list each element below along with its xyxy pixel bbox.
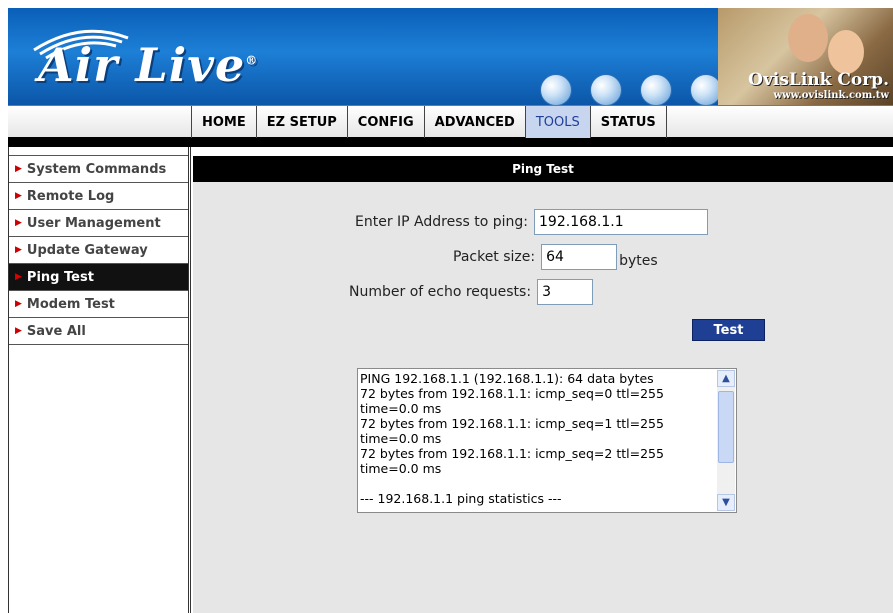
sidebar-item-label: Remote Log: [26, 188, 115, 204]
ping-output-textarea[interactable]: PING 192.168.1.1 (192.168.1.1): 64 data …: [357, 368, 737, 513]
top-nav: HOME EZ SETUP CONFIG ADVANCED TOOLS STAT…: [8, 105, 893, 139]
globe-icon: [640, 74, 672, 105]
logo-text: Air Live: [38, 38, 246, 92]
nav-divider: [8, 139, 893, 147]
packet-unit-label: bytes: [619, 253, 658, 269]
arrow-right-icon: ▶: [15, 218, 22, 228]
ip-row: Enter IP Address to ping:: [355, 209, 709, 235]
echo-row: Number of echo requests:: [349, 279, 594, 305]
sidebar-item-ping-test[interactable]: ▶ Ping Test: [9, 264, 188, 291]
sidebar-item-save-all[interactable]: ▶ Save All: [9, 318, 188, 345]
company-url: www.ovislink.com.tw: [773, 90, 889, 101]
echo-requests-label: Number of echo requests:: [349, 284, 532, 300]
scroll-up-icon[interactable]: ▲: [717, 370, 735, 387]
ovislink-brand: OvisLink Corp. www.ovislink.com.tw: [748, 70, 889, 101]
packet-row: Packet size: bytes: [453, 244, 658, 270]
header-banner: Air Live® OvisLink Corp. www.ovislink.co…: [8, 8, 893, 105]
arrow-right-icon: ▶: [15, 164, 22, 174]
tab-tools[interactable]: TOOLS: [524, 106, 590, 138]
sidebar-item-label: Save All: [26, 323, 86, 339]
sidebar-item-system-commands[interactable]: ▶ System Commands: [9, 156, 188, 183]
arrow-right-icon: ▶: [15, 299, 22, 309]
test-button[interactable]: Test: [692, 319, 765, 341]
sidebar-item-label: Update Gateway: [26, 242, 148, 258]
sidebar-item-remote-log[interactable]: ▶ Remote Log: [9, 183, 188, 210]
ip-label: Enter IP Address to ping:: [355, 214, 529, 230]
main-panel: Ping Test Enter IP Address to ping: Pack…: [193, 156, 893, 613]
sidebar: ▶ System Commands ▶ Remote Log ▶ User Manag…: [8, 147, 191, 613]
sidebar-item-label: Modem Test: [26, 296, 115, 312]
scroll-down-icon[interactable]: ▼: [717, 494, 735, 511]
sidebar-item-update-gateway[interactable]: ▶ Update Gateway: [9, 237, 188, 264]
arrow-right-icon: ▶: [15, 272, 22, 282]
packet-size-input[interactable]: [541, 244, 618, 270]
airlive-logo: Air Live®: [38, 38, 258, 92]
scroll-thumb[interactable]: [718, 391, 734, 463]
registered-mark: ®: [245, 53, 259, 68]
globe-icon: [590, 74, 622, 105]
sidebar-item-label: Ping Test: [26, 269, 94, 285]
company-name: OvisLink Corp.: [748, 70, 889, 90]
packet-size-label: Packet size:: [453, 249, 536, 265]
tab-ez-setup[interactable]: EZ SETUP: [255, 106, 347, 138]
tab-config[interactable]: CONFIG: [346, 106, 424, 138]
tab-status[interactable]: STATUS: [589, 106, 667, 138]
tab-advanced[interactable]: ADVANCED: [423, 106, 525, 138]
sidebar-item-label: System Commands: [26, 161, 167, 177]
output-scrollbar[interactable]: ▲ ▼: [717, 370, 735, 511]
arrow-right-icon: ▶: [15, 191, 22, 201]
tab-home[interactable]: HOME: [191, 106, 256, 138]
ping-output-text: PING 192.168.1.1 (192.168.1.1): 64 data …: [360, 371, 664, 506]
arrow-right-icon: ▶: [15, 245, 22, 255]
arrow-right-icon: ▶: [15, 326, 22, 336]
nav-tabs: HOME EZ SETUP CONFIG ADVANCED TOOLS STAT…: [191, 106, 667, 138]
sidebar-item-user-management[interactable]: ▶ User Management: [9, 210, 188, 237]
page-title: Ping Test: [193, 156, 893, 182]
globe-icon: [540, 74, 572, 105]
sidebar-item-label: User Management: [26, 215, 161, 231]
echo-requests-input[interactable]: [537, 279, 594, 305]
ip-address-input[interactable]: [534, 209, 709, 235]
sidebar-item-modem-test[interactable]: ▶ Modem Test: [9, 291, 188, 318]
